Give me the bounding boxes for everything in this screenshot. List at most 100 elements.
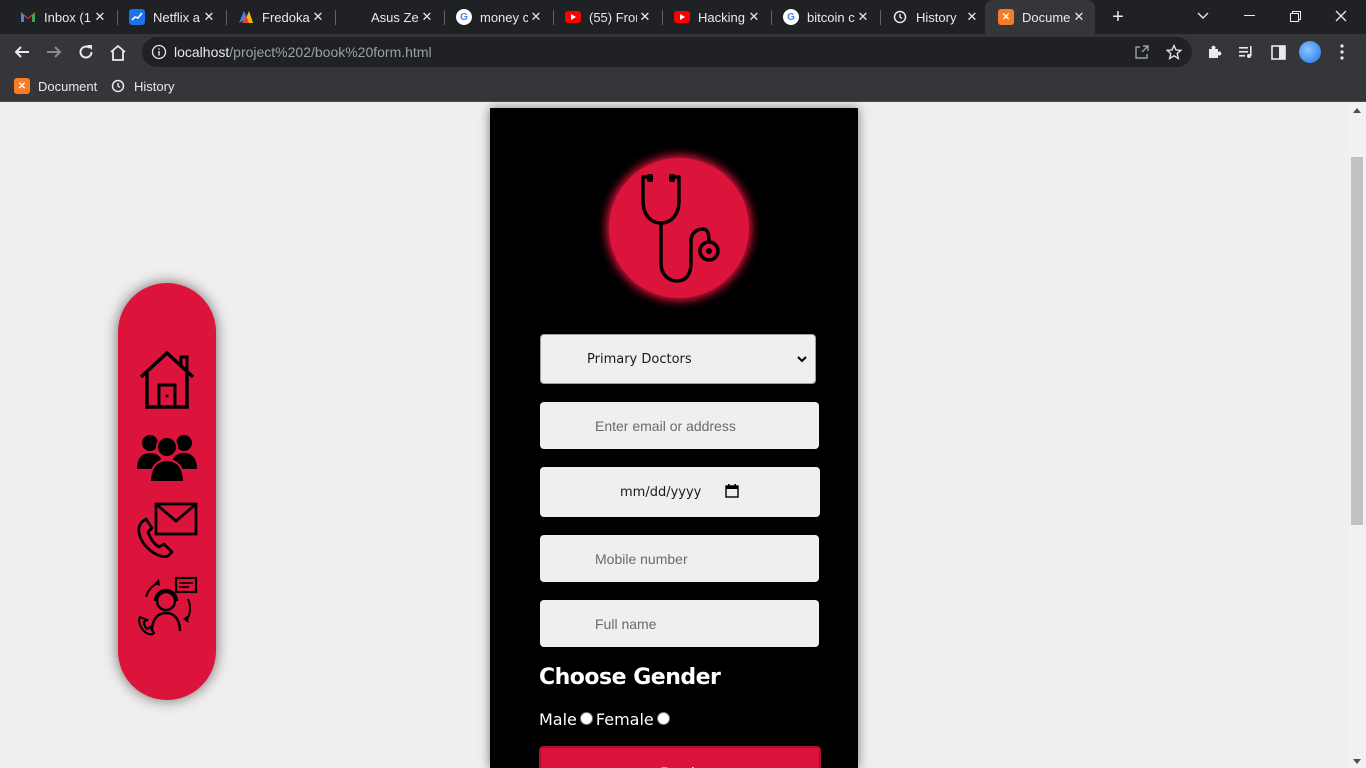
scroll-down-icon[interactable] xyxy=(1353,759,1361,764)
tab-title: money c xyxy=(480,9,528,25)
male-radio[interactable] xyxy=(579,712,593,725)
email-input[interactable] xyxy=(540,402,819,449)
media-control-icon[interactable] xyxy=(1235,41,1257,63)
xampp-icon: ✕ xyxy=(14,78,30,94)
full-name-field[interactable] xyxy=(540,600,819,647)
youtube-icon xyxy=(674,9,690,25)
bookmark-document[interactable]: ✕ Document xyxy=(14,76,97,96)
chevron-down-icon xyxy=(797,356,807,363)
tab-history[interactable]: History ✕ xyxy=(872,0,988,34)
youtube-icon xyxy=(565,9,581,25)
scroll-up-icon[interactable] xyxy=(1353,108,1361,113)
tab-title: Fredoka xyxy=(262,9,310,25)
fredoka-icon xyxy=(238,9,254,25)
side-panel-icon[interactable] xyxy=(1267,41,1289,63)
booking-form-card: Primary Doctors mm/dd/yyyy Choose Gender… xyxy=(490,108,858,768)
users-icon xyxy=(137,435,197,483)
scroll-thumb[interactable] xyxy=(1351,157,1363,525)
menu-kebab-icon[interactable] xyxy=(1331,41,1353,63)
close-tab-icon[interactable]: ✕ xyxy=(528,9,544,25)
chart-icon xyxy=(129,9,145,25)
url-host: localhost xyxy=(174,44,230,60)
calendar-icon[interactable] xyxy=(725,484,739,498)
stethoscope-icon xyxy=(641,174,720,283)
close-tab-icon[interactable]: ✕ xyxy=(855,9,871,25)
profile-avatar[interactable] xyxy=(1299,41,1321,63)
support-agent-icon xyxy=(138,576,198,636)
tab-title: Asus Zen xyxy=(371,9,419,25)
email-field[interactable] xyxy=(540,402,819,449)
new-tab-button[interactable]: + xyxy=(1107,6,1129,28)
nav-support[interactable] xyxy=(136,575,198,637)
close-tab-icon[interactable]: ✕ xyxy=(746,9,762,25)
back-icon[interactable] xyxy=(11,41,33,63)
date-field[interactable]: mm/dd/yyyy xyxy=(540,467,820,517)
gender-options: Male Female xyxy=(539,710,673,729)
nav-home[interactable] xyxy=(136,349,198,411)
close-tab-icon[interactable]: ✕ xyxy=(637,9,653,25)
tab-netflix[interactable]: Netflix a ✕ xyxy=(109,0,225,34)
close-window-icon[interactable] xyxy=(1318,0,1364,32)
tab-title: Netflix a xyxy=(153,9,200,25)
home-button-icon[interactable] xyxy=(107,41,129,63)
minimize-icon[interactable] xyxy=(1226,0,1272,32)
tab-youtube-hacking[interactable]: Hacking ✕ xyxy=(654,0,770,34)
info-icon[interactable] xyxy=(151,44,167,60)
tab-title: Hacking xyxy=(698,9,745,25)
tab-title: Docume xyxy=(1022,9,1071,25)
tab-title: (55) From xyxy=(589,9,637,25)
close-tab-icon[interactable]: ✕ xyxy=(1071,9,1087,25)
doctor-select-value: Primary Doctors xyxy=(587,352,692,367)
address-bar[interactable]: localhost/project%202/book%20form.html xyxy=(142,37,1192,67)
tab-asus[interactable]: Asus Zen ✕ xyxy=(327,0,443,34)
gender-heading: Choose Gender xyxy=(539,665,721,690)
tab-money[interactable]: G money c ✕ xyxy=(436,0,552,34)
tab-bitcoin[interactable]: G bitcoin c ✕ xyxy=(763,0,879,34)
bookmark-history[interactable]: History xyxy=(110,76,174,96)
url-path: /project%202/book%20form.html xyxy=(229,44,432,60)
close-tab-icon[interactable]: ✕ xyxy=(92,9,108,25)
tab-document[interactable]: ✕ Docume ✕ xyxy=(985,0,1095,34)
history-icon xyxy=(892,9,908,25)
share-icon[interactable] xyxy=(1131,41,1153,63)
tab-gmail[interactable]: Inbox (1 ✕ xyxy=(0,0,116,34)
nav-team[interactable] xyxy=(136,425,198,487)
close-tab-icon[interactable]: ✕ xyxy=(964,9,980,25)
forward-icon[interactable] xyxy=(43,41,65,63)
gender-label-male: Male xyxy=(539,710,577,729)
close-tab-icon[interactable]: ✕ xyxy=(310,9,326,25)
bookmark-label: History xyxy=(134,78,175,94)
close-tab-icon[interactable]: ✕ xyxy=(201,9,217,25)
tab-title: bitcoin c xyxy=(807,9,855,25)
google-icon: G xyxy=(456,9,472,25)
mobile-input[interactable] xyxy=(540,535,819,582)
full-name-input[interactable] xyxy=(540,600,819,647)
doctor-type-select[interactable]: Primary Doctors xyxy=(540,334,816,384)
nav-contact[interactable] xyxy=(136,499,198,561)
tab-fredoka[interactable]: Fredoka ✕ xyxy=(218,0,334,34)
tab-strip: Inbox (1 ✕ Netflix a ✕ Fredoka ✕ Asus Ze… xyxy=(0,0,1366,34)
extensions-icon[interactable] xyxy=(1203,41,1225,63)
female-radio[interactable] xyxy=(656,712,670,725)
close-tab-icon[interactable]: ✕ xyxy=(419,9,435,25)
home-icon xyxy=(139,351,195,409)
page-scrollbar[interactable] xyxy=(1349,103,1366,768)
url-text: localhost/project%202/book%20form.html xyxy=(174,44,432,60)
star-icon[interactable] xyxy=(1163,41,1185,63)
gmail-icon xyxy=(20,9,36,25)
tab-search-icon[interactable] xyxy=(1180,0,1226,32)
blank-icon xyxy=(347,9,363,25)
book-button[interactable]: Book xyxy=(539,746,821,768)
bookmark-label: Document xyxy=(38,78,98,94)
google-icon: G xyxy=(783,9,799,25)
tab-title: Inbox (1 xyxy=(44,9,91,25)
history-icon xyxy=(110,78,126,94)
restore-icon[interactable] xyxy=(1272,0,1318,32)
doctor-logo xyxy=(609,158,749,298)
bookmarks-bar: ✕ Document History xyxy=(0,70,1366,102)
tab-youtube-from[interactable]: (55) From ✕ xyxy=(545,0,661,34)
xampp-icon: ✕ xyxy=(998,9,1014,25)
reload-icon[interactable] xyxy=(75,41,97,63)
contact-mail-icon xyxy=(137,502,198,558)
mobile-field[interactable] xyxy=(540,535,819,582)
